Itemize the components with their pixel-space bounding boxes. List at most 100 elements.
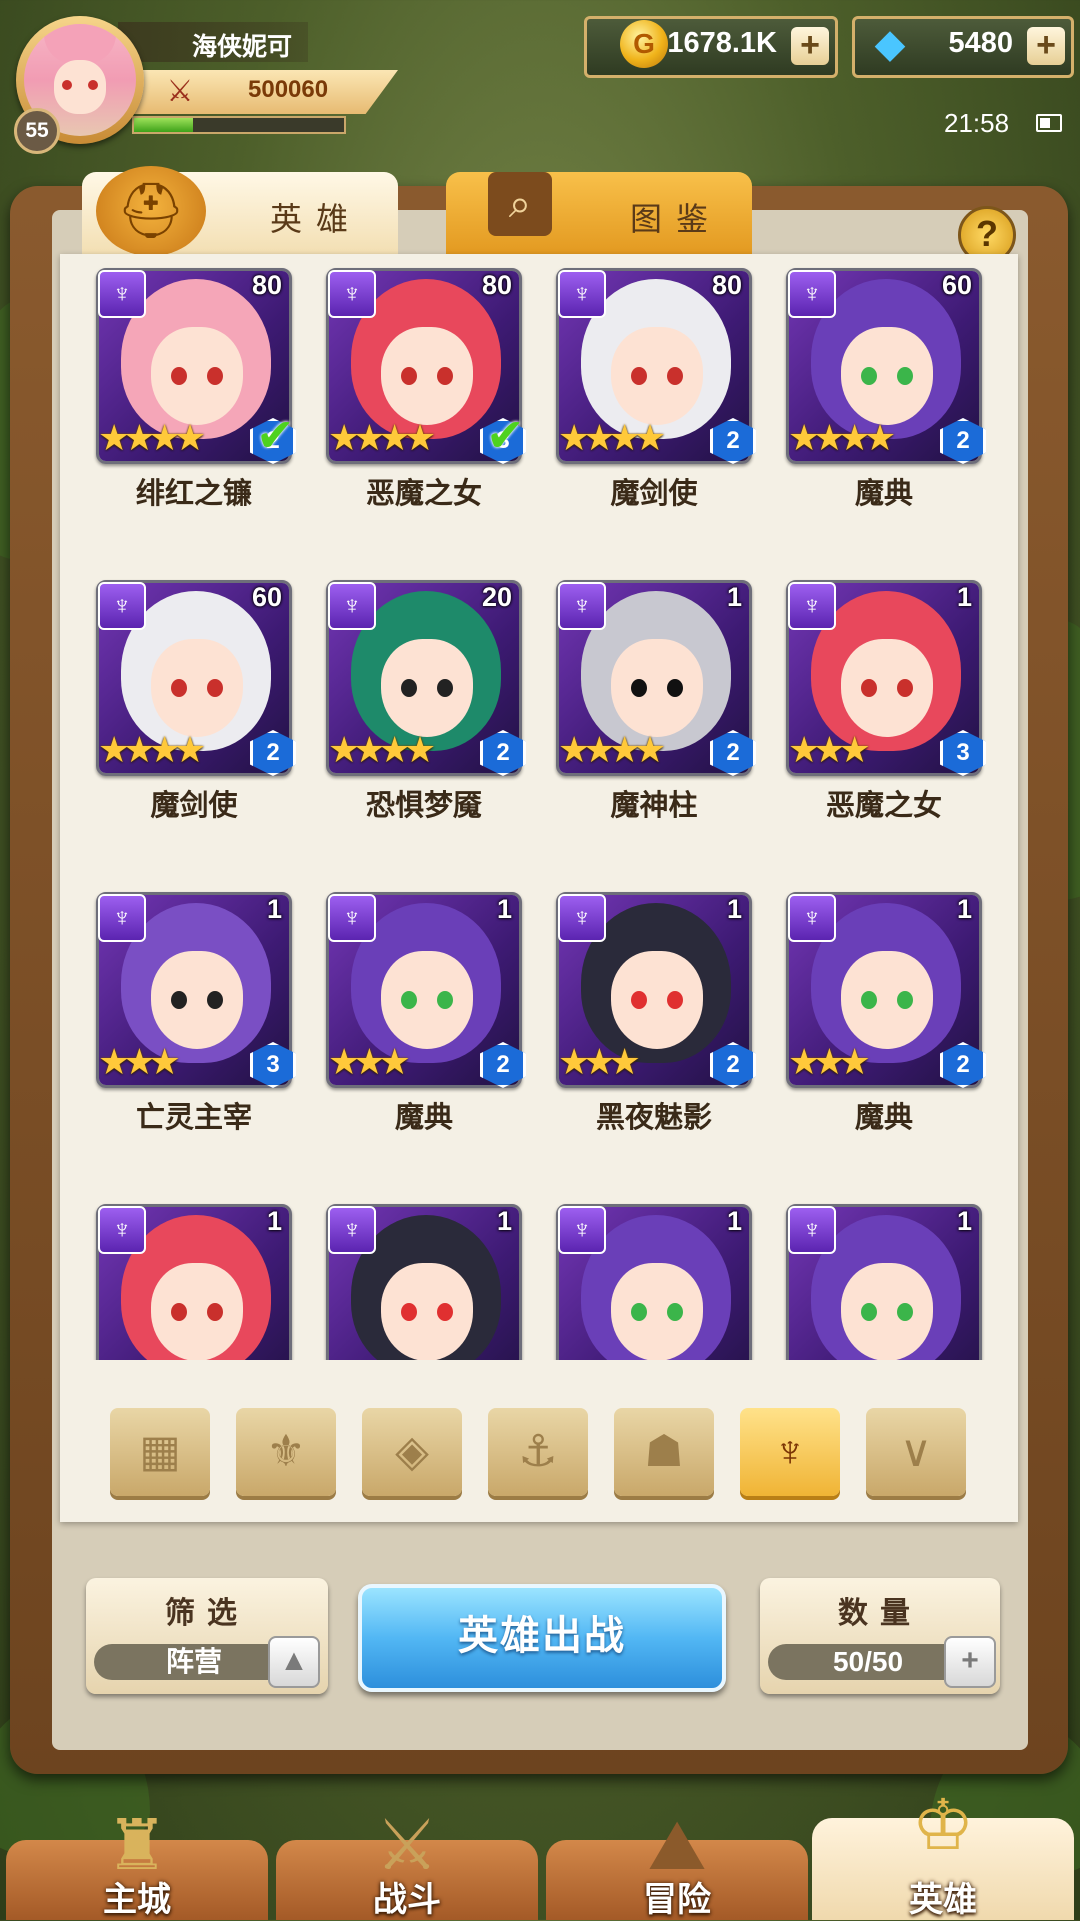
hero-face	[381, 327, 473, 425]
hero-face	[611, 639, 703, 737]
anchor-icon: ⚓	[518, 1427, 558, 1476]
hero-card[interactable]: ♆ 1	[96, 1204, 292, 1360]
hero-eye	[207, 991, 223, 1009]
magnifier-icon: ⌕	[488, 172, 552, 236]
count-title: 数量	[838, 1597, 922, 1630]
add-gem-button[interactable]: +	[1027, 27, 1065, 65]
hero-face	[381, 1263, 473, 1360]
hero-level: 1	[266, 894, 282, 924]
star-rating: ★★★★	[328, 417, 436, 458]
gold-amount: 1678.1K	[667, 27, 777, 59]
hero-level: 1	[726, 1206, 742, 1236]
nav-label: 冒险	[643, 1881, 711, 1919]
hero-eye	[631, 1303, 647, 1321]
hero-level: 1	[496, 894, 512, 924]
demon-class-icon: ♆	[328, 894, 376, 942]
hero-card[interactable]: ♆ 1 ★★★★ 2 魔神柱	[556, 580, 756, 822]
hero-eye	[631, 367, 647, 385]
hero-level: 20	[481, 582, 512, 612]
hero-level: 80	[711, 270, 742, 300]
nav-label: 英雄	[909, 1881, 977, 1919]
gem-amount: 5480	[948, 27, 1013, 59]
add-gold-button[interactable]: +	[791, 27, 829, 65]
hero-name: 魔剑使	[150, 790, 238, 822]
hero-grid[interactable]: ♆ 80 ★★★★ 2 ✔ 绯红之镰 ♆ 80 ★★★★ 3 ✔ 恶魔之女 ♆	[60, 254, 1018, 1360]
hero-card[interactable]: ♆ 1 ★★★ 2 魔典	[786, 892, 986, 1134]
hero-card[interactable]: ♆ 80 ★★★★ 2 魔剑使	[556, 268, 756, 510]
hero-eye	[897, 679, 913, 697]
rhombus-filter-button[interactable]: ◈	[362, 1408, 462, 1496]
hero-eye	[401, 1303, 417, 1321]
demon-class-icon: ♆	[558, 1206, 606, 1254]
hero-count-value: 50/50	[768, 1644, 968, 1680]
hero-name: 绯红之镰	[135, 478, 252, 510]
hero-card[interactable]: ♆ 80 ★★★★ 2 ✔ 绯红之镰	[96, 268, 296, 510]
hero-eye	[861, 1303, 877, 1321]
beast-head-icon: ☗	[644, 1427, 684, 1476]
hero-face	[841, 327, 933, 425]
hero-eye	[897, 1303, 913, 1321]
chevron-wing-filter-button[interactable]: ∨	[866, 1408, 966, 1496]
hero-card[interactable]: ♆ 1	[786, 1204, 982, 1360]
hero-eye	[437, 367, 453, 385]
hero-eye	[437, 1303, 453, 1321]
hero-card[interactable]: ♆ 1 ★★★ 3 恶魔之女	[786, 580, 986, 822]
hero-card[interactable]: ♆ 1	[556, 1204, 752, 1360]
crossed-swords-icon: ⚔	[166, 75, 194, 108]
star-rating: ★★★★	[558, 729, 666, 770]
leaf-crown-icon: ⚜	[266, 1427, 306, 1476]
demon-horns-filter-button[interactable]: ♆	[740, 1408, 840, 1496]
grid-filter-button[interactable]: ▦	[110, 1408, 210, 1496]
star-rating: ★★★★	[98, 729, 206, 770]
hero-card[interactable]: ♆ 80 ★★★★ 3 ✔ 恶魔之女	[326, 268, 526, 510]
hero-card[interactable]: ♆ 1 ★★★ 3 亡灵主宰	[96, 892, 296, 1134]
hero-face	[611, 1263, 703, 1360]
anchor-filter-button[interactable]: ⚓	[488, 1408, 588, 1496]
demon-class-icon: ♆	[558, 582, 606, 630]
filter-toggle-button[interactable]: ▲	[268, 1636, 320, 1688]
hero-face	[841, 951, 933, 1049]
hero-card[interactable]: ♆ 20 ★★★★ 2 恐惧梦魇	[326, 580, 526, 822]
hero-level: 80	[481, 270, 512, 300]
filter-value[interactable]: 阵营	[94, 1644, 294, 1680]
hero-face	[611, 327, 703, 425]
hero-eye	[207, 367, 223, 385]
hero-level: 80	[251, 270, 282, 300]
hero-level: 1	[956, 1206, 972, 1236]
hero-eye	[861, 991, 877, 1009]
hero-eye	[437, 679, 453, 697]
hero-name: 黑夜魅影	[595, 1102, 712, 1134]
star-rating: ★★★★	[98, 417, 206, 458]
hero-level: 1	[956, 894, 972, 924]
hero-name: 魔典	[394, 1102, 453, 1134]
deploy-heroes-button[interactable]: 英雄出战	[358, 1584, 726, 1692]
hero-face	[381, 639, 473, 737]
hero-face	[151, 639, 243, 737]
demon-class-icon: ♆	[98, 894, 146, 942]
demon-class-icon: ♆	[788, 1206, 836, 1254]
nav-label: 战斗	[373, 1881, 441, 1919]
filter-title: 筛选	[165, 1597, 249, 1630]
filter-control: 筛选 阵营 ▲	[86, 1578, 328, 1694]
hero-card[interactable]: ♆ 60 ★★★★ 2 魔剑使	[96, 580, 296, 822]
beast-head-filter-button[interactable]: ☗	[614, 1408, 714, 1496]
hero-card[interactable]: ♆ 60 ★★★★ 2 魔典	[786, 268, 986, 510]
hero-card[interactable]: ♆ 1	[326, 1204, 522, 1360]
demon-class-icon: ♆	[558, 270, 606, 318]
chevron-wing-icon: ∨	[899, 1427, 933, 1476]
demon-class-icon: ♆	[788, 270, 836, 318]
hero-eye	[861, 367, 877, 385]
hero-name: 恐惧梦魇	[365, 790, 482, 822]
star-rating: ★★★★	[328, 729, 436, 770]
hero-card[interactable]: ♆ 1 ★★★ 2 黑夜魅影	[556, 892, 756, 1134]
demon-class-icon: ♆	[788, 894, 836, 942]
hero-eye	[401, 679, 417, 697]
hero-name: 魔剑使	[610, 478, 698, 510]
hero-card[interactable]: ♆ 1 ★★★ 2 魔典	[326, 892, 526, 1134]
expand-count-button[interactable]: +	[944, 1636, 996, 1688]
experience-bar	[132, 116, 346, 134]
hero-face	[151, 951, 243, 1049]
star-rating: ★★★	[98, 1041, 181, 1082]
leaf-crown-filter-button[interactable]: ⚜	[236, 1408, 336, 1496]
hero-eye	[897, 367, 913, 385]
